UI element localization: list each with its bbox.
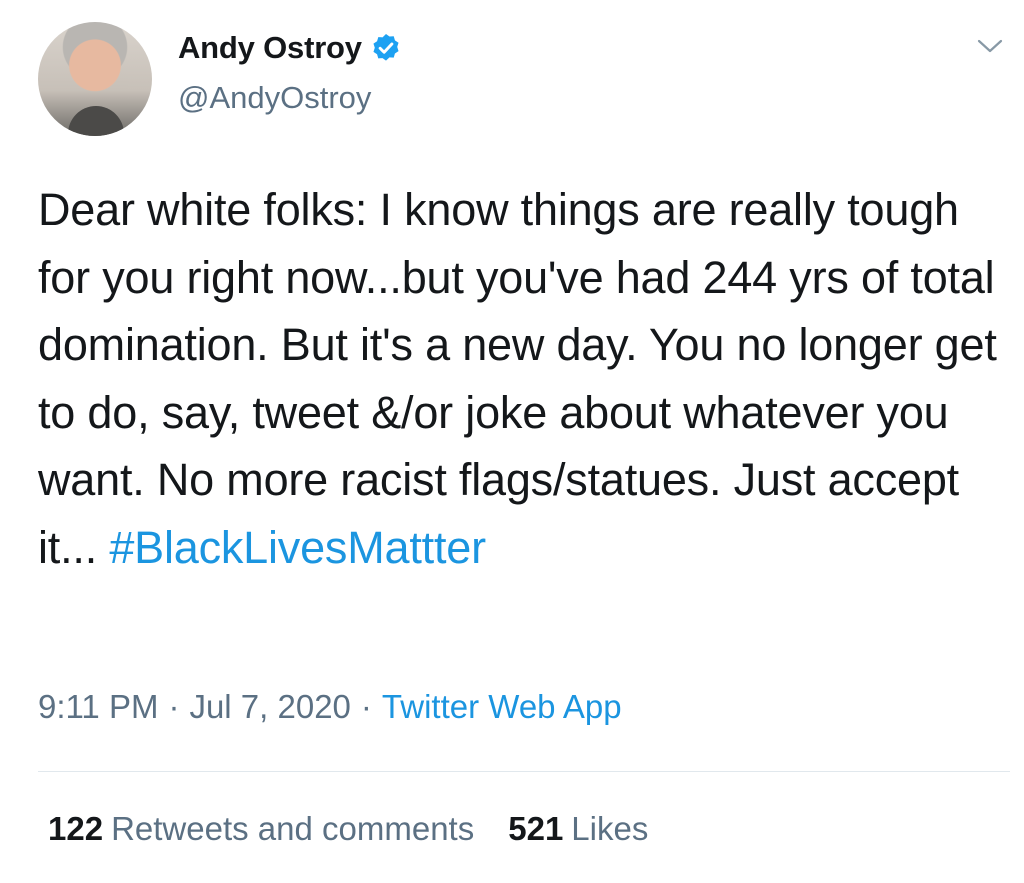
author-name-row: Andy Ostroy (178, 30, 402, 66)
meta-separator: · (360, 688, 372, 725)
tweet-text: Dear white folks: I know things are real… (38, 176, 1013, 581)
likes-label: Likes (571, 810, 649, 847)
hashtag-link[interactable]: #BlackLivesMattter (109, 522, 486, 573)
meta-separator: · (168, 688, 180, 725)
retweets-count: 122 (48, 810, 104, 847)
chevron-down-icon[interactable] (976, 36, 1004, 56)
author-name[interactable]: Andy Ostroy (178, 30, 362, 66)
tweet-stats: 122 Retweets and comments 521 Likes (48, 810, 648, 848)
divider (38, 771, 1010, 772)
author-handle[interactable]: @AndyOstroy (178, 80, 371, 116)
retweets-label: Retweets and comments (111, 810, 475, 847)
tweet-body: Dear white folks: I know things are real… (38, 184, 997, 573)
tweet-source-link[interactable]: Twitter Web App (382, 688, 622, 726)
tweet-meta: 9:11 PM · Jul 7, 2020 · Twitter Web App (38, 688, 622, 726)
verified-badge-icon (370, 32, 402, 64)
tweet-date[interactable]: Jul 7, 2020 (189, 688, 350, 726)
tweet-time[interactable]: 9:11 PM (38, 688, 158, 726)
retweets-stat[interactable]: 122 Retweets and comments (48, 810, 474, 848)
likes-stat[interactable]: 521 Likes (508, 810, 648, 848)
avatar[interactable] (38, 22, 152, 136)
likes-count: 521 (508, 810, 564, 847)
